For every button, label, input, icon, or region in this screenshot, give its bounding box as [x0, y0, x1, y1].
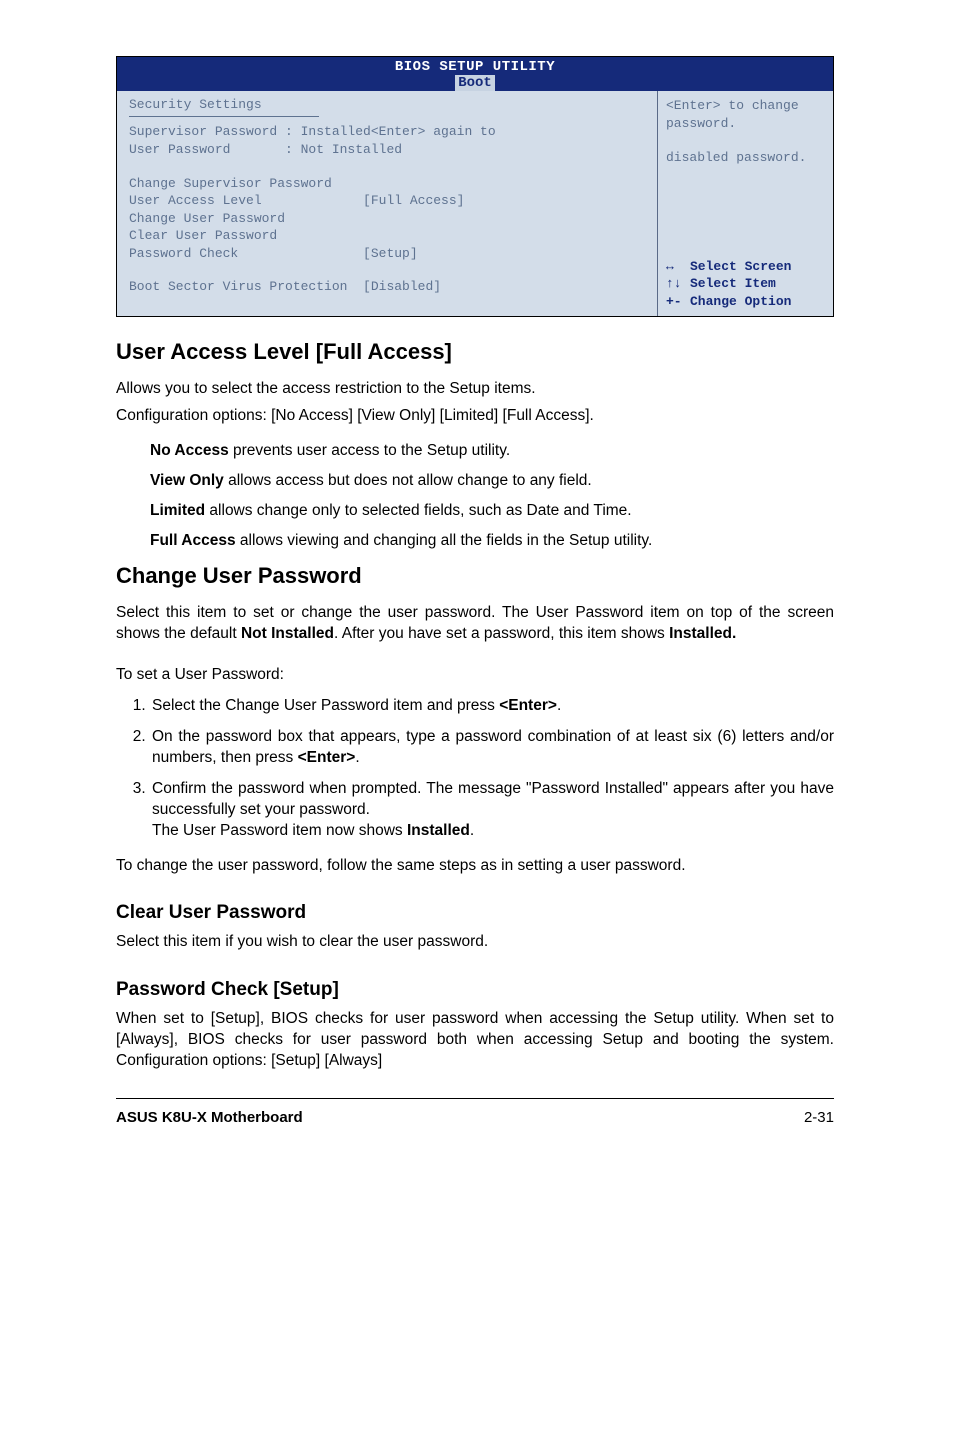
boot-sector-virus-value: [Disabled] — [363, 279, 441, 294]
clear-user-password-item[interactable]: Clear User Password — [129, 227, 647, 245]
def-limited-text: allows change only to selected fields, s… — [205, 502, 632, 519]
bios-screenshot: BIOS SETUP UTILITY Boot Security Setting… — [116, 56, 834, 317]
cup-heading: Change User Password — [116, 563, 834, 589]
cup-p3: To change the user password, follow the … — [116, 856, 834, 877]
ual-p2: Configuration options: [No Access] [View… — [116, 406, 834, 427]
pwc-p: When set to [Setup], BIOS checks for use… — [116, 1009, 834, 1072]
def-no-access: No Access prevents user access to the Se… — [116, 439, 834, 463]
nav-select-screen: Select Screen — [690, 259, 791, 274]
def-limited: Limited allows change only to selected f… — [116, 499, 834, 523]
page: BIOS SETUP UTILITY Boot Security Setting… — [0, 0, 954, 1186]
def-full-access-text: allows viewing and changing all the fiel… — [236, 532, 653, 549]
bios-left-panel: Security Settings Supervisor Password : … — [117, 91, 658, 316]
page-footer: ASUS K8U-X Motherboard 2-31 — [116, 1098, 834, 1126]
help-line-3: disabled password. — [666, 149, 825, 167]
step-3: Confirm the password when prompted. The … — [150, 779, 834, 842]
left-right-arrow-icon: ↔ — [666, 258, 690, 276]
footer-product: ASUS K8U-X Motherboard — [116, 1109, 303, 1126]
footer-page-number: 2-31 — [804, 1109, 834, 1126]
password-check-value: [Setup] — [363, 246, 418, 261]
clr-heading: Clear User Password — [116, 902, 834, 924]
def-full-access: Full Access allows viewing and changing … — [116, 529, 834, 553]
boot-sector-virus-item[interactable]: Boot Sector Virus Protection [Disabled] — [129, 278, 647, 296]
def-full-access-term: Full Access — [150, 532, 236, 549]
def-no-access-term: No Access — [150, 442, 229, 459]
access-definitions: No Access prevents user access to the Se… — [116, 439, 834, 553]
user-access-level-item[interactable]: User Access Level [Full Access] — [129, 192, 647, 210]
ual-p1: Allows you to select the access restrict… — [116, 379, 834, 400]
nav-change-option: Change Option — [690, 294, 791, 309]
password-check-label: Password Check — [129, 246, 238, 261]
user-access-level-label: User Access Level — [129, 193, 262, 208]
bios-active-tab: Boot — [455, 75, 495, 91]
bios-tab-row: Boot — [117, 75, 833, 91]
change-supervisor-password-item[interactable]: Change Supervisor Password — [129, 175, 647, 193]
section-divider — [129, 116, 319, 117]
security-settings-heading: Security Settings — [129, 97, 647, 112]
bios-title: BIOS SETUP UTILITY — [395, 59, 555, 75]
supervisor-password-row: Supervisor Password : Installed<Enter> a… — [129, 123, 647, 141]
cup-p2: To set a User Password: — [116, 665, 834, 686]
set-user-password-steps: Select the Change User Password item and… — [116, 696, 834, 842]
step-2: On the password box that appears, type a… — [150, 727, 834, 769]
bios-help-panel: <Enter> to change password. disabled pas… — [658, 91, 833, 316]
pwc-heading: Password Check [Setup] — [116, 979, 834, 1001]
cup-p1: Select this item to set or change the us… — [116, 603, 834, 645]
up-down-arrow-icon: ↑↓ — [666, 275, 690, 293]
nav-help: ↔Select Screen ↑↓Select Item +-Change Op… — [666, 240, 825, 310]
password-check-item[interactable]: Password Check [Setup] — [129, 245, 647, 263]
boot-sector-virus-label: Boot Sector Virus Protection — [129, 279, 347, 294]
def-limited-term: Limited — [150, 502, 205, 519]
step-1: Select the Change User Password item and… — [150, 696, 834, 717]
bios-header: BIOS SETUP UTILITY Boot — [117, 57, 833, 91]
change-user-password-item[interactable]: Change User Password — [129, 210, 647, 228]
ual-heading: User Access Level [Full Access] — [116, 339, 834, 365]
def-view-only: View Only allows access but does not all… — [116, 469, 834, 493]
help-line-2: password. — [666, 115, 825, 133]
help-line-1: <Enter> to change — [666, 97, 825, 115]
user-password-row: User Password : Not Installed — [129, 141, 647, 159]
user-access-level-value: [Full Access] — [363, 193, 464, 208]
clr-p: Select this item if you wish to clear th… — [116, 932, 834, 953]
nav-select-item: Select Item — [690, 276, 776, 291]
def-view-only-term: View Only — [150, 472, 224, 489]
def-view-only-text: allows access but does not allow change … — [224, 472, 592, 489]
bios-body: Security Settings Supervisor Password : … — [117, 91, 833, 316]
def-no-access-text: prevents user access to the Setup utilit… — [229, 442, 510, 459]
plus-minus-icon: +- — [666, 293, 690, 311]
